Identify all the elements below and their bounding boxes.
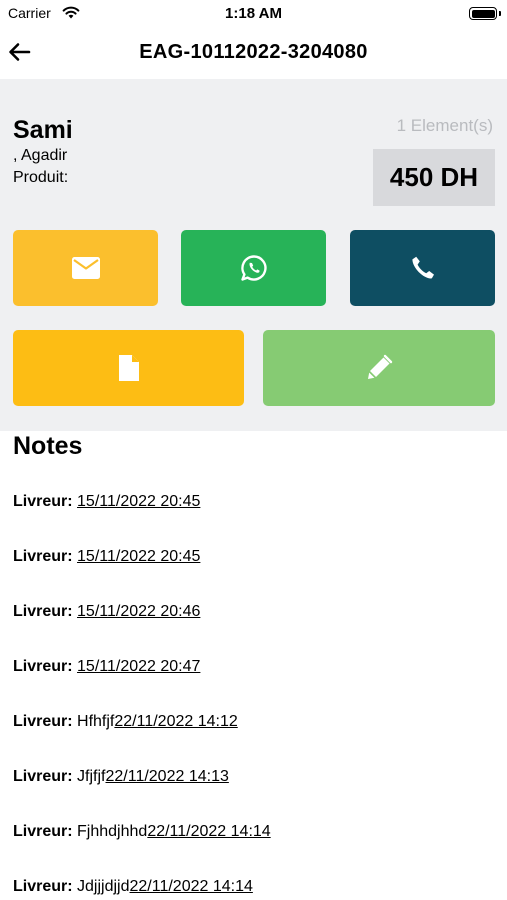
note-item: Livreur: 15/11/2022 20:45 (13, 493, 200, 511)
status-time: 1:18 AM (225, 5, 282, 22)
call-button[interactable] (350, 230, 495, 306)
note-item: Livreur: 15/11/2022 20:46 (13, 603, 200, 621)
note-text: Jfjfjf (77, 768, 106, 785)
note-item: Livreur: Fjhhdjhhd22/11/2022 14:14 (13, 823, 271, 841)
pen-icon (365, 354, 393, 382)
edit-button[interactable] (263, 330, 495, 406)
note-date: 22/11/2022 14:14 (129, 878, 253, 895)
note-date: 22/11/2022 14:13 (105, 768, 229, 785)
note-item: Livreur: Hfhfjf22/11/2022 14:12 (13, 713, 238, 731)
note-date: 15/11/2022 20:46 (77, 603, 201, 620)
whatsapp-button[interactable] (181, 230, 326, 306)
note-author: Livreur: (13, 823, 73, 840)
product-label: Produit: (13, 169, 69, 186)
note-date: 22/11/2022 14:12 (114, 713, 238, 730)
note-author: Livreur: (13, 603, 73, 620)
note-date: 15/11/2022 20:45 (77, 548, 201, 565)
whatsapp-icon (240, 254, 268, 282)
order-info-panel: Sami , Agadir Produit: 1 Element(s) 450 … (0, 79, 507, 431)
note-item: Livreur: 15/11/2022 20:45 (13, 548, 200, 566)
note-item: Livreur: 15/11/2022 20:47 (13, 658, 200, 676)
customer-city: , Agadir (13, 147, 68, 164)
price-badge: 450 DH (373, 149, 495, 206)
note-date: 15/11/2022 20:47 (77, 658, 201, 675)
note-author: Livreur: (13, 768, 73, 785)
notes-heading: Notes (13, 432, 83, 460)
note-item: Livreur: Jdjjjdjjd22/11/2022 14:14 (13, 878, 253, 896)
status-bar: Carrier 1:18 AM (0, 0, 507, 28)
note-date: 22/11/2022 14:14 (147, 823, 271, 840)
note-text: Hfhfjf (77, 713, 115, 730)
envelope-icon (71, 257, 100, 279)
page-title: EAG-10112022-3204080 (139, 41, 368, 63)
note-text: Fjhhdjhhd (77, 823, 148, 840)
note-author: Livreur: (13, 493, 73, 510)
note-item: Livreur: Jfjfjf22/11/2022 14:13 (13, 768, 229, 786)
email-button[interactable] (13, 230, 158, 306)
phone-icon (410, 255, 436, 281)
note-author: Livreur: (13, 658, 73, 675)
document-button[interactable] (13, 330, 244, 406)
note-text: Jdjjjdjjd (77, 878, 130, 895)
document-icon (117, 354, 141, 382)
customer-name: Sami (13, 116, 73, 144)
battery-icon (469, 7, 497, 20)
battery-tip (499, 11, 501, 16)
note-author: Livreur: (13, 713, 73, 730)
note-author: Livreur: (13, 878, 73, 895)
note-author: Livreur: (13, 548, 73, 565)
navigation-bar: EAG-10112022-3204080 (0, 28, 507, 78)
element-count: 1 Element(s) (396, 116, 493, 135)
note-date: 15/11/2022 20:45 (77, 493, 201, 510)
